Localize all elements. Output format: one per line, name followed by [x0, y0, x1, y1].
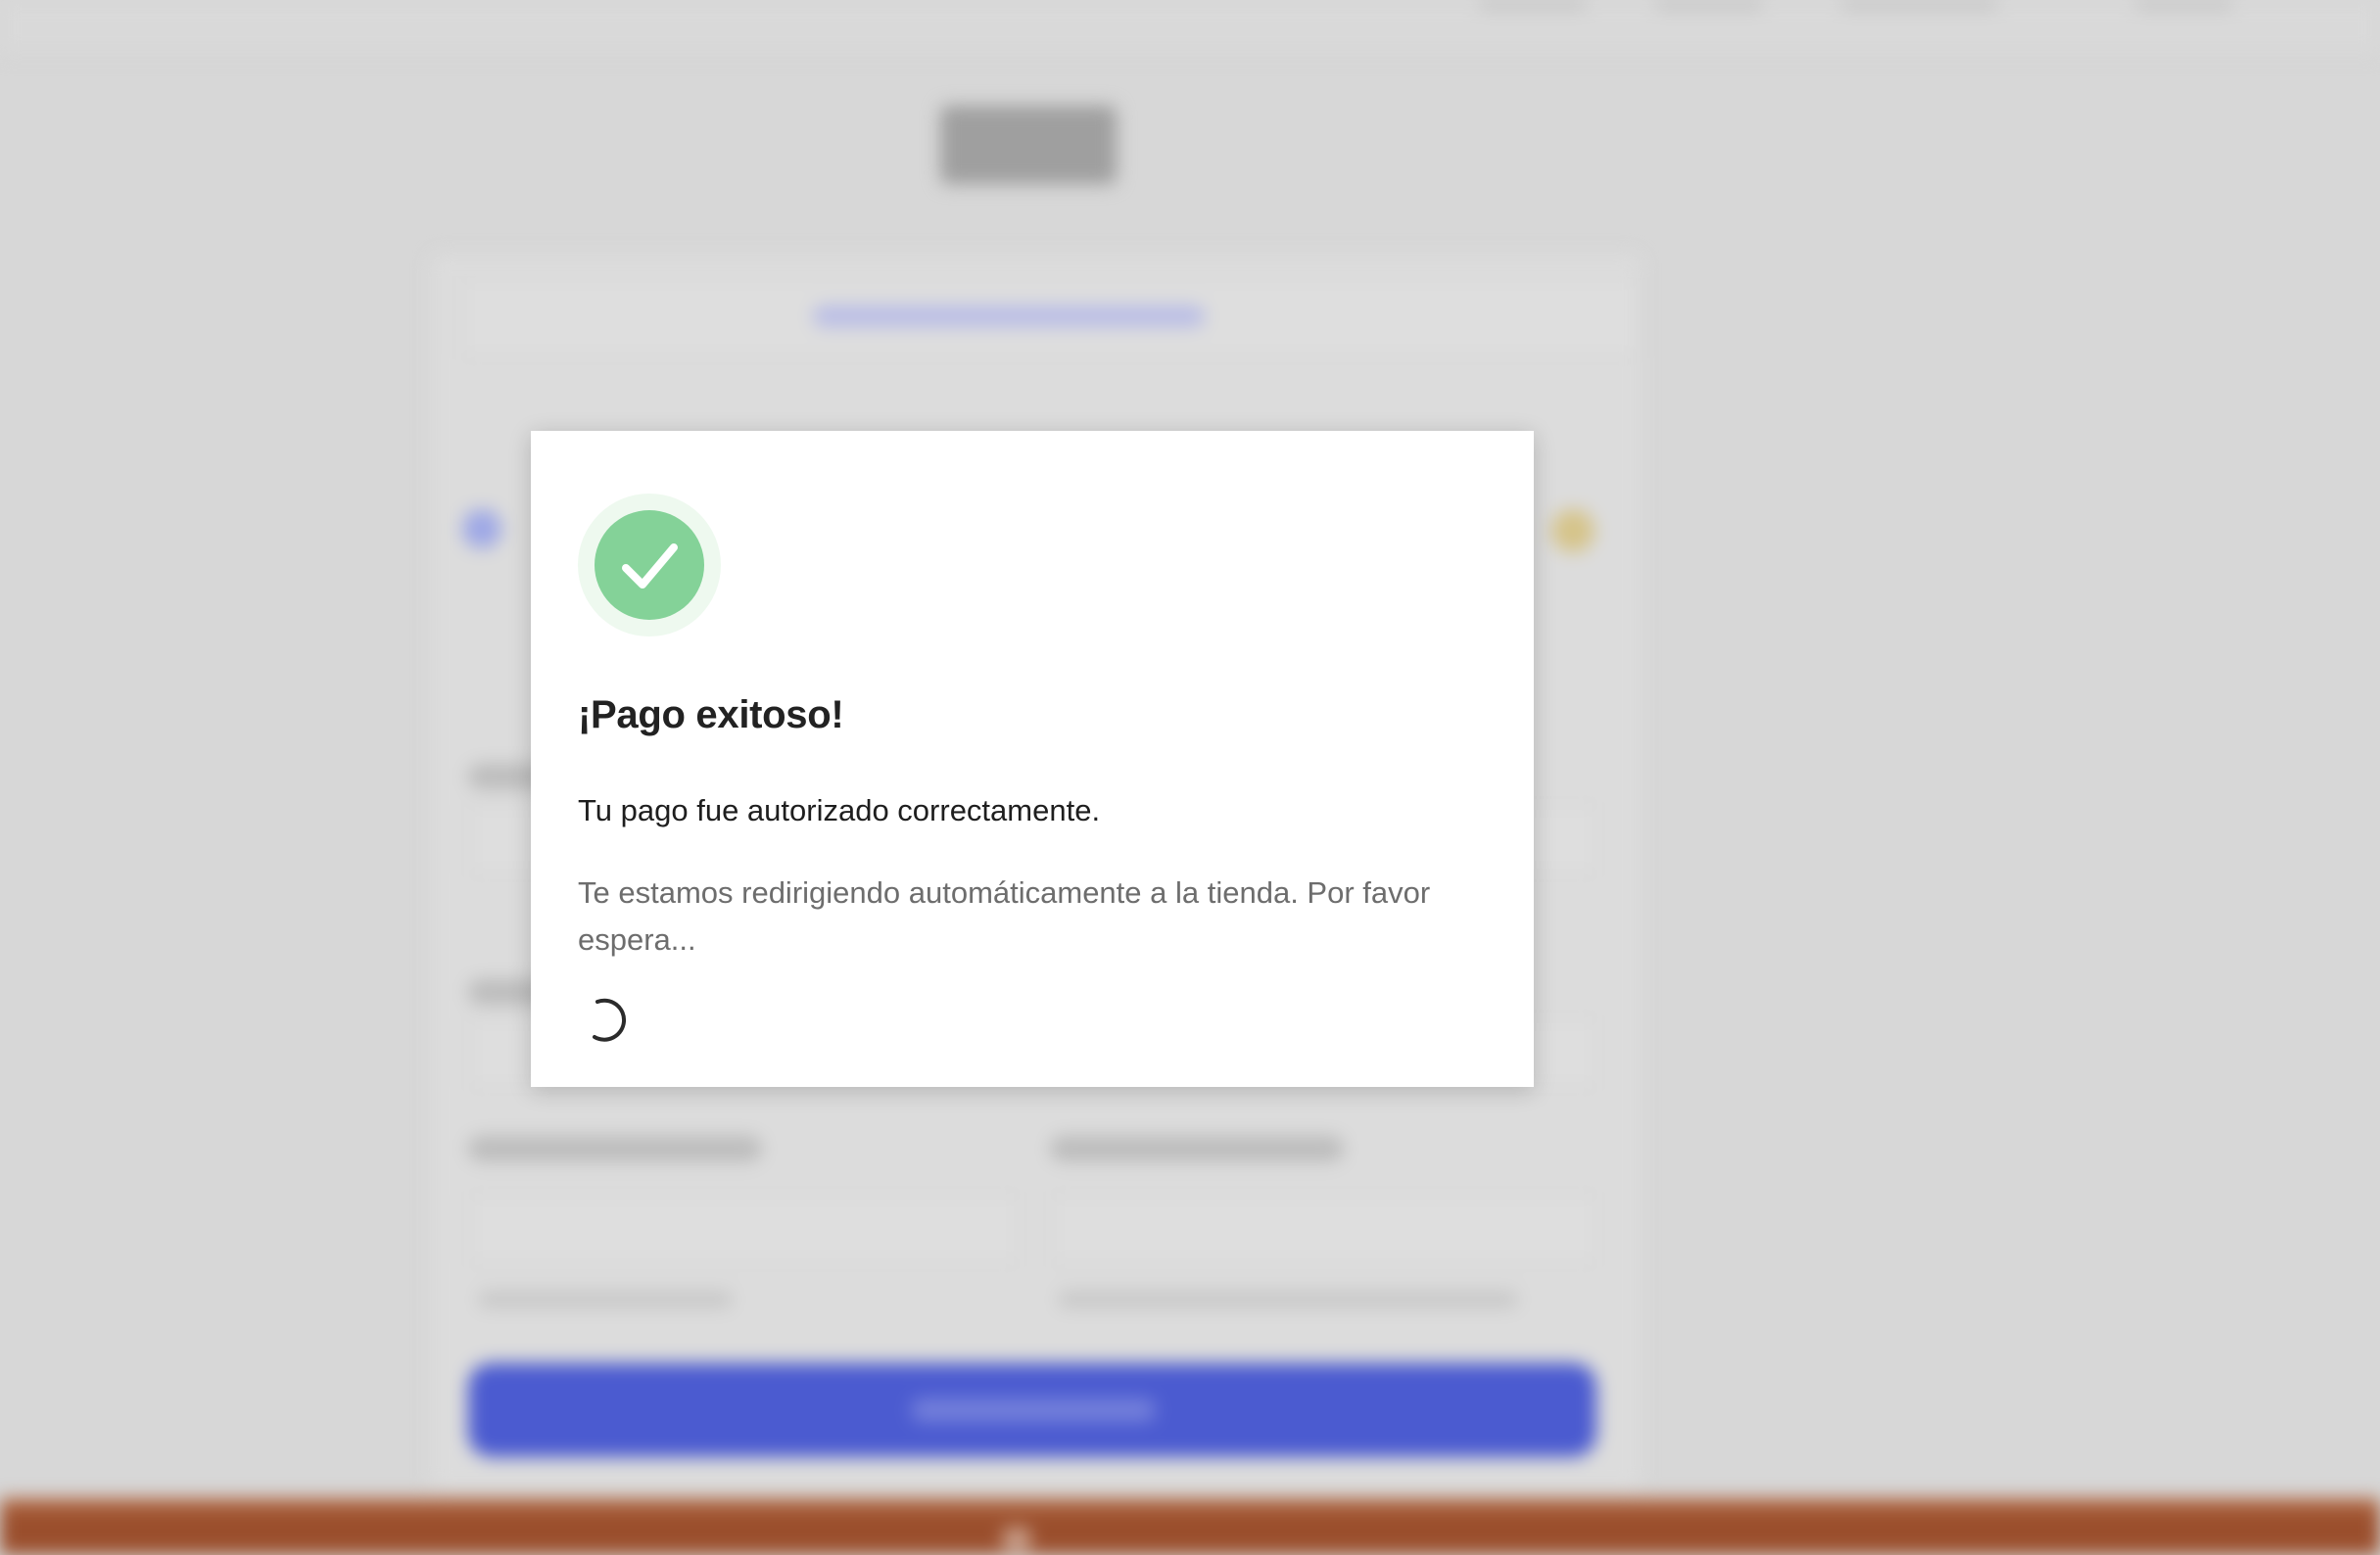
background-field [1050, 1193, 1598, 1265]
background-pay-button-label [911, 1398, 1156, 1422]
background-radio [462, 509, 501, 548]
background-label [1050, 1136, 1344, 1161]
background-email-link [813, 306, 1205, 327]
background-nav-item [1655, 0, 1763, 10]
background-nav-item [1841, 0, 1998, 10]
spinner-icon [586, 993, 639, 1046]
background-card-brand-icon [1551, 509, 1595, 552]
background-top-nav [0, 0, 2380, 55]
background-field [468, 1193, 1021, 1265]
payment-success-modal: ¡Pago exitoso! Tu pago fue autorizado co… [531, 431, 1534, 1087]
background-hint [1058, 1291, 1518, 1308]
background-hint [478, 1291, 733, 1308]
background-nav-item [2135, 0, 2233, 10]
background-bottom-bar [0, 1498, 2380, 1555]
check-circle-icon [578, 494, 721, 636]
modal-title: ¡Pago exitoso! [578, 693, 844, 736]
redirect-note: Te estamos redirigiendo automáticamente … [578, 875, 1431, 957]
screen: ¡Pago exitoso! Tu pago fue autorizado co… [0, 0, 2380, 1555]
modal-message: Tu pago fue autorizado correctamente. [578, 793, 1101, 827]
background-store-logo [940, 106, 1117, 184]
background-bottom-icon [1003, 1528, 1030, 1551]
background-label [468, 1136, 762, 1161]
background-nav-item [1479, 0, 1587, 10]
